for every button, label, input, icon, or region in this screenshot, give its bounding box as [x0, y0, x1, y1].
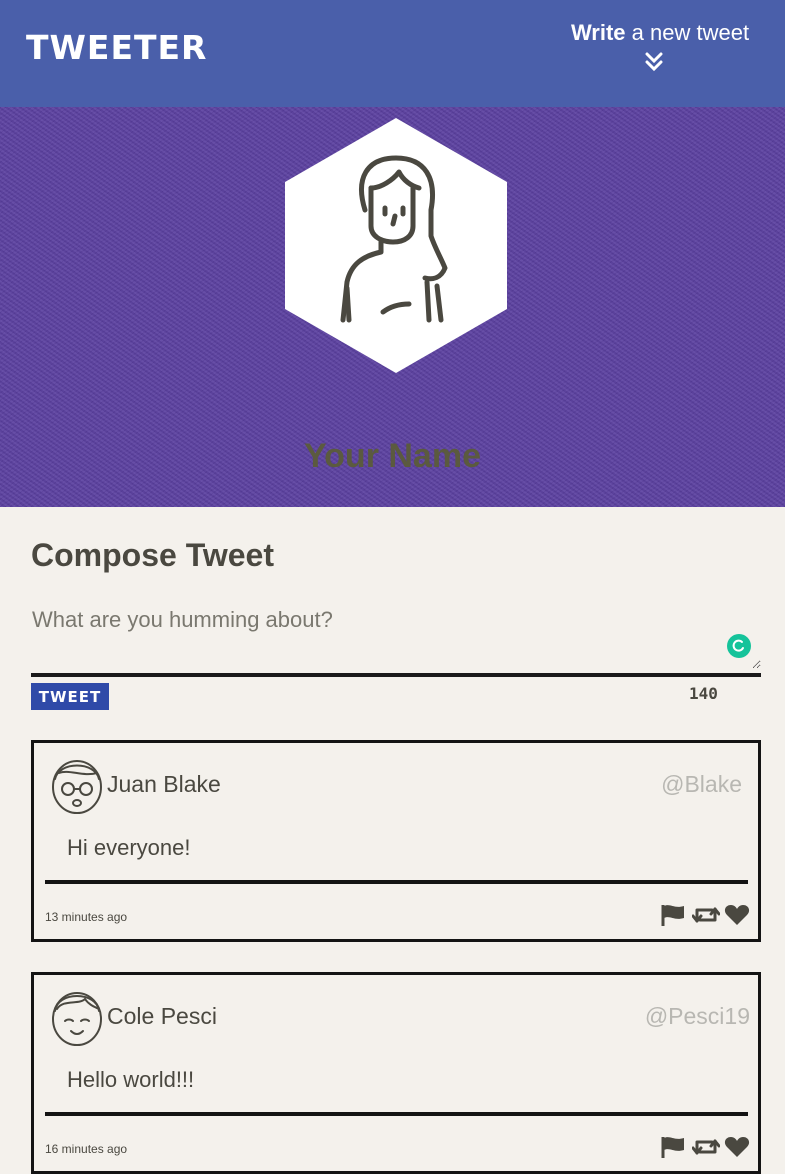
profile-avatar-icon [285, 118, 507, 373]
tweet-text-input[interactable] [31, 603, 761, 669]
heart-icon[interactable] [724, 903, 750, 927]
grammarly-g-icon [732, 639, 744, 652]
compose-toggle-text: a new tweet [625, 20, 750, 45]
retweet-icon[interactable] [691, 903, 721, 927]
profile-header: Your Name [0, 107, 785, 507]
tweet-author-handle: @Pesci19 [644, 1003, 750, 1029]
compose-title: Compose Tweet [31, 537, 274, 573]
double-chevron-down-icon [645, 52, 663, 72]
top-nav: TWEETER Write a new tweet [0, 0, 785, 107]
smile-avatar-icon [52, 992, 102, 1046]
tweet-submit-button[interactable]: TWEET [31, 683, 109, 710]
tweet-author-name: Juan Blake [107, 771, 221, 797]
flag-icon[interactable] [660, 1135, 686, 1159]
tweet-textarea-wrap [31, 603, 761, 677]
tweet-divider [45, 1112, 748, 1116]
tweet-card: Juan Blake @Blake Hi everyone! 13 minute… [31, 740, 761, 942]
retweet-icon[interactable] [691, 1135, 721, 1159]
compose-toggle-bold: Write [570, 20, 626, 45]
grammarly-icon[interactable] [727, 634, 751, 658]
tweet-text: Hello world!!! [67, 1067, 195, 1092]
tweet-timestamp: 16 minutes ago [45, 1142, 128, 1156]
brand-logo[interactable]: TWEETER [26, 28, 207, 67]
flag-icon[interactable] [660, 903, 686, 927]
tweet-card: Cole Pesci @Pesci19 Hello world!!! 16 mi… [31, 972, 761, 1174]
tweet-text: Hi everyone! [67, 835, 191, 860]
tweet-divider [45, 880, 748, 884]
profile-name: Your Name [304, 437, 481, 475]
write-new-tweet-toggle[interactable]: Write a new tweet [565, 20, 755, 72]
glasses-avatar-icon [52, 760, 102, 814]
char-counter: 140 [689, 684, 718, 703]
tweet-author-handle: @Blake [661, 771, 742, 797]
tweet-author-name: Cole Pesci [107, 1003, 217, 1029]
tweet-timestamp: 13 minutes ago [45, 910, 128, 924]
tweet-actions [660, 903, 750, 927]
compose-section: Compose Tweet TWEET 140 [31, 537, 761, 710]
heart-icon[interactable] [724, 1135, 750, 1159]
tweet-actions [660, 1135, 750, 1159]
